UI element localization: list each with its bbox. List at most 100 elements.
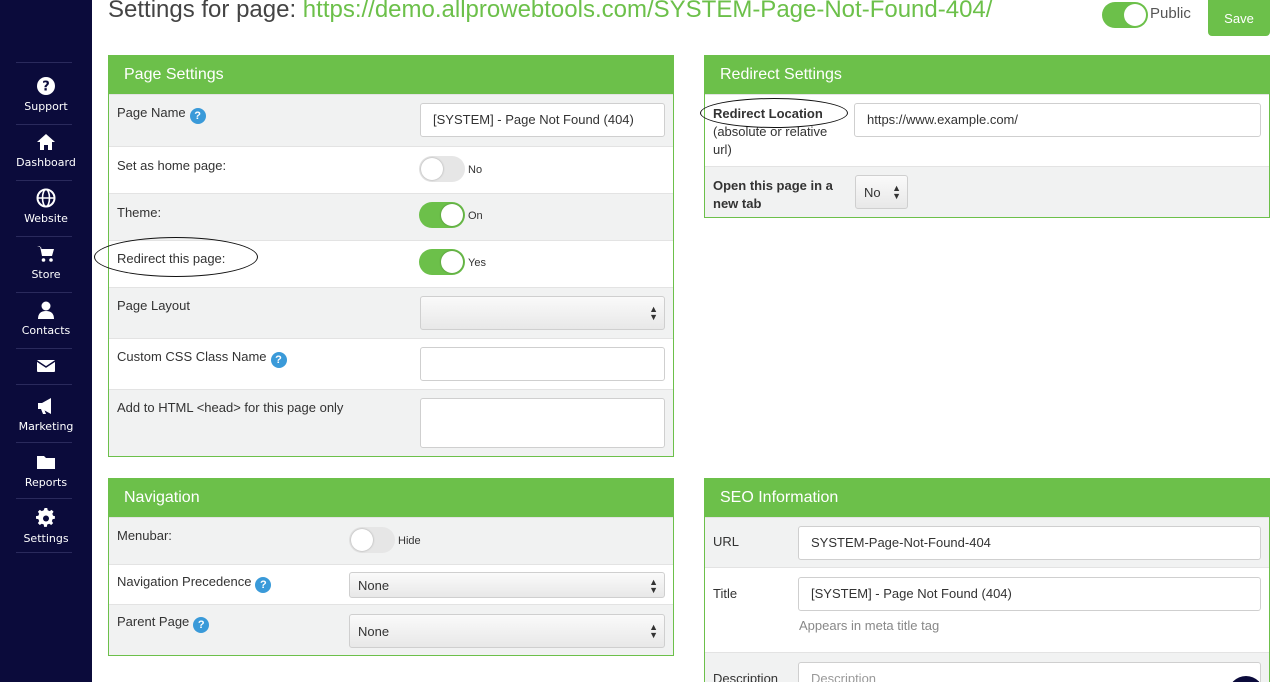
sidebar-item-label: Support [24, 99, 68, 113]
public-label: Public [1150, 5, 1191, 22]
annotation-ellipse [94, 237, 258, 277]
html-head-row: Add to HTML <head> for this page only [109, 389, 673, 456]
seo-panel: SEO Information URL SYSTEM-Page-Not-Foun… [704, 478, 1270, 682]
theme-toggle[interactable] [419, 202, 465, 228]
sidebar-divider [16, 384, 72, 385]
toggle-knob [1124, 4, 1146, 26]
annotation-ellipse [700, 98, 848, 128]
theme-state: On [468, 210, 483, 222]
page-name-input[interactable]: [SYSTEM] - Page Not Found (404) [420, 103, 665, 137]
new-tab-select[interactable]: No ▲ ▼ [855, 175, 908, 209]
precedence-row: Navigation Precedence? None ▲ ▼ [109, 564, 673, 604]
sidebar-item-label: Reports [24, 475, 68, 489]
sidebar-item-store[interactable]: Store [0, 234, 92, 290]
toggle-knob [351, 529, 373, 551]
page-layout-label: Page Layout [117, 298, 191, 313]
save-button[interactable]: Save [1208, 0, 1270, 36]
home-page-label: Set as home page: [117, 158, 227, 173]
css-class-label-text: Custom CSS Class Name [117, 349, 267, 364]
sidebar-item-dashboard[interactable]: Dashboard [0, 122, 92, 178]
new-tab-label: Open this page in a new tab [713, 178, 833, 211]
sidebar-item-label: Settings [23, 531, 69, 545]
sidebar-item-support[interactable]: ? Support [0, 66, 92, 122]
css-class-label: Custom CSS Class Name? [117, 349, 287, 368]
seo-url-label: URL [713, 534, 740, 549]
toggle-knob [441, 251, 463, 273]
gear-icon [36, 507, 55, 527]
sidebar-item-label: Marketing [18, 419, 74, 433]
html-head-textarea[interactable] [420, 398, 665, 448]
menubar-label: Menubar: [117, 528, 172, 543]
redirect-state: Yes [468, 257, 486, 269]
globe-icon [36, 188, 56, 207]
css-class-row: Custom CSS Class Name? [109, 338, 673, 389]
sidebar-item-settings[interactable]: Settings [0, 498, 92, 554]
sidebar-item-contacts[interactable]: Contacts [0, 290, 92, 346]
toggle-knob [421, 158, 443, 180]
cart-icon [37, 245, 54, 262]
sidebar-item-label: Contacts [21, 323, 71, 337]
html-head-label: Add to HTML <head> for this page only [117, 400, 344, 415]
sidebar-divider [16, 62, 72, 63]
home-page-toggle[interactable] [419, 156, 465, 182]
redirect-toggle[interactable] [419, 249, 465, 275]
megaphone-icon [38, 397, 51, 414]
seo-description-label: Description [713, 671, 779, 682]
parent-page-label: Parent Page? [117, 614, 210, 633]
seo-title-row: Title [SYSTEM] - Page Not Found (404) Ap… [705, 567, 1269, 652]
sidebar-item-marketing[interactable]: Marketing [0, 386, 92, 442]
theme-label: Theme: [117, 205, 162, 220]
redirect-settings-panel: Redirect Settings Redirect Location (abs… [704, 55, 1270, 218]
parent-page-select[interactable]: None ▲ ▼ [349, 614, 665, 648]
precedence-select[interactable]: None ▲ ▼ [349, 572, 665, 598]
svg-text:?: ? [42, 79, 50, 94]
public-toggle[interactable] [1102, 2, 1148, 28]
parent-page-row: Parent Page? None ▲ ▼ [109, 604, 673, 655]
panel-header: Navigation [109, 479, 673, 517]
sidebar-item-label: Store [31, 267, 61, 281]
folder-icon [37, 455, 55, 469]
seo-title-hint: Appears in meta title tag [799, 618, 940, 633]
redirect-location-input[interactable]: https://www.example.com/ [854, 103, 1261, 137]
page-name-row: Page Name? [SYSTEM] - Page Not Found (40… [109, 94, 673, 146]
home-page-row: Set as home page: No [109, 146, 673, 193]
redirect-location-sub: (absolute or relative url) [713, 124, 828, 157]
seo-url-input[interactable]: SYSTEM-Page-Not-Found-404 [798, 526, 1261, 560]
page-name-label: Page Name? [117, 105, 206, 124]
home-page-state: No [468, 164, 483, 176]
panel-header: Redirect Settings [705, 56, 1269, 94]
help-icon[interactable]: ? [189, 108, 206, 124]
select-arrows-icon: ▲ ▼ [649, 577, 658, 595]
sidebar-item-website[interactable]: Website [0, 178, 92, 234]
panel-header: SEO Information [705, 479, 1269, 517]
css-class-input[interactable] [420, 347, 665, 381]
seo-title-input[interactable]: [SYSTEM] - Page Not Found (404) [798, 577, 1261, 611]
help-icon[interactable]: ? [270, 352, 287, 368]
select-arrows-icon: ▲ ▼ [649, 622, 658, 640]
home-icon [37, 133, 55, 150]
page-title: Settings for page: https://demo.allprowe… [108, 0, 992, 24]
menubar-state: Hide [398, 535, 421, 547]
menubar-toggle[interactable] [349, 527, 395, 553]
page-layout-row: Page Layout ▲ ▼ [109, 287, 673, 338]
sidebar-item-label: Website [24, 211, 68, 225]
help-icon[interactable]: ? [193, 617, 210, 633]
parent-page-label-text: Parent Page [117, 614, 190, 629]
sidebar-item-label: Dashboard [16, 155, 76, 169]
new-tab-value: No [864, 185, 881, 200]
page-layout-select[interactable]: ▲ ▼ [420, 296, 665, 330]
seo-title-label: Title [713, 586, 738, 601]
seo-description-input[interactable]: Description [798, 662, 1261, 682]
question-circle-icon: ? [37, 76, 55, 95]
sidebar-divider [16, 552, 72, 553]
panel-header: Page Settings [109, 56, 673, 94]
sidebar-item-reports[interactable]: Reports [0, 442, 92, 498]
parent-page-value: None [358, 624, 390, 639]
new-tab-row: Open this page in a new tab No ▲ ▼ [705, 166, 1269, 217]
page-name-label-text: Page Name [117, 105, 186, 120]
sidebar: ? Support Dashboard Website Store Contac… [0, 0, 92, 682]
theme-row: Theme: On [109, 193, 673, 240]
page-title-url[interactable]: https://demo.allprowebtools.com/SYSTEM-P… [303, 0, 993, 23]
select-arrows-icon: ▲ ▼ [649, 304, 658, 322]
help-icon[interactable]: ? [255, 577, 272, 593]
